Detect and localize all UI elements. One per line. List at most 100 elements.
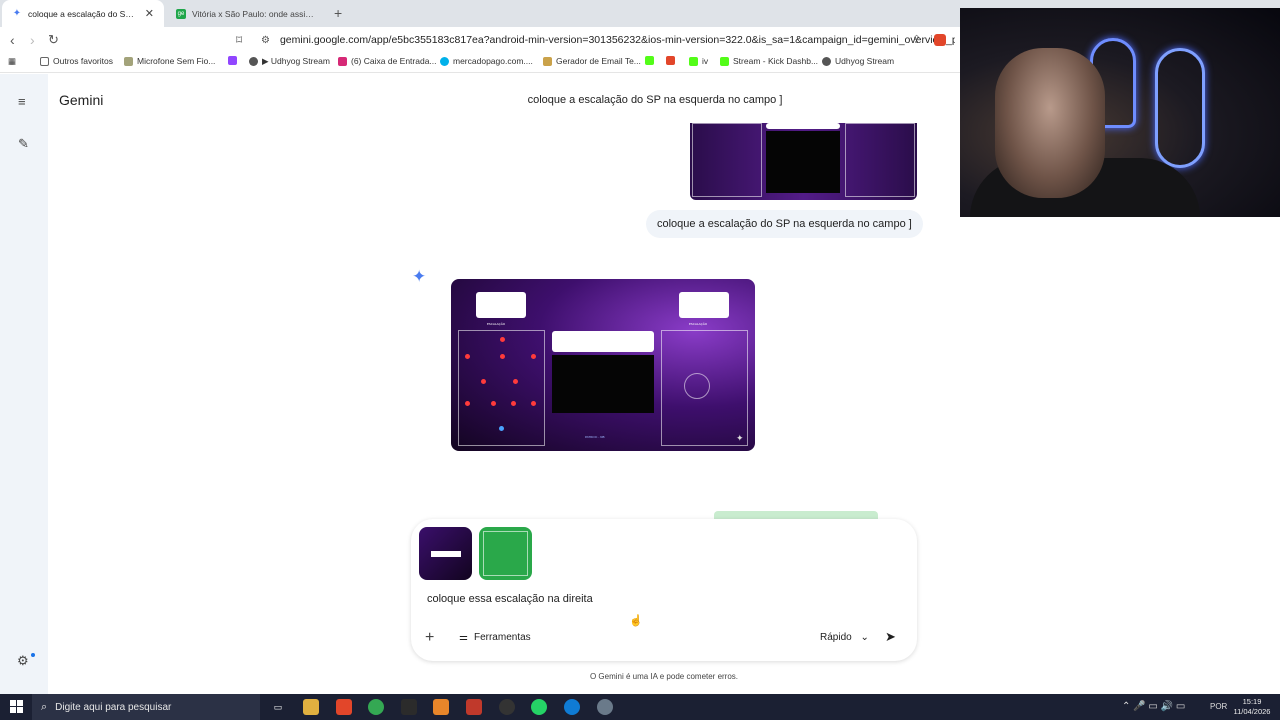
mouse-cursor-icon: ☝ (629, 615, 643, 627)
app-title: Gemini (59, 92, 104, 108)
bookmark-udhyog-stream[interactable]: ▶ Udhyog Stream (249, 56, 330, 67)
bookmark-mercadopago[interactable]: mercadopago.com.... (440, 56, 533, 66)
player-dot (465, 354, 470, 359)
player-dot (481, 379, 486, 384)
pitch-left (692, 123, 762, 197)
attachment-thumbnail-2[interactable] (479, 527, 532, 580)
tab-title: coloque a escalação do SP na e (28, 8, 139, 19)
pitch-right (845, 123, 915, 197)
thumb-white-box (431, 551, 461, 557)
notification-dot (31, 653, 35, 657)
file-explorer-icon[interactable] (303, 699, 319, 715)
player-dot (531, 354, 536, 359)
tab-title: Vitória x São Paulo: onde assistir ao (192, 8, 316, 19)
player-dot (531, 401, 536, 406)
back-icon[interactable]: ‹ (10, 32, 15, 48)
taskbar-clock[interactable]: 15:19 11/04/2026 (1232, 697, 1272, 717)
neon-sign-right (1155, 48, 1205, 168)
ai-disclaimer: O Gemini é uma IA e pode cometer erros. (589, 672, 739, 681)
capcut-icon[interactable] (401, 699, 417, 715)
whatsapp-icon[interactable] (531, 699, 547, 715)
settings-gear-icon[interactable]: ⚙ (17, 653, 29, 669)
windows-taskbar: ⌕ Digite aqui para pesquisar ▭ ⌃ 🎤 ▭ 🔊 ▭… (0, 694, 1280, 720)
previous-generated-image[interactable] (690, 123, 917, 200)
clock-time: 15:19 (1242, 697, 1262, 706)
share-icon[interactable]: ⇪ (912, 32, 921, 48)
task-view-icon[interactable]: ▭ (270, 699, 286, 715)
tools-button[interactable]: ⚌ Ferramentas (459, 632, 531, 643)
obs-icon[interactable] (499, 699, 515, 715)
tab-vitoria-sao-paulo[interactable]: ge Vitória x São Paulo: onde assistir ao (166, 0, 326, 27)
gemini-sparkle-icon: ✦ (412, 267, 427, 286)
webcam-overlay (960, 8, 1280, 217)
close-tab-icon[interactable]: ✕ (145, 7, 154, 20)
search-icon: ⌕ (41, 700, 48, 713)
menu-icon[interactable]: ≡ (18, 94, 26, 109)
hidden-attachment-peek (714, 511, 878, 519)
watermark-text: PATRICK - NB (585, 435, 605, 439)
prompt-input[interactable] (427, 593, 867, 605)
thumb-pitch-lines (483, 531, 528, 576)
left-lineup-label: ESCALAÇÃO (487, 322, 506, 326)
bookmark-caixa-entrada[interactable]: (6) Caixa de Entrada... (338, 56, 437, 66)
send-button[interactable]: ➤ (885, 629, 896, 645)
forward-icon[interactable]: › (30, 32, 35, 48)
site-settings-icon[interactable]: ⚙ (261, 35, 270, 46)
player-dot (500, 337, 505, 342)
sliders-icon: ⚌ (459, 632, 468, 643)
edge-icon[interactable] (564, 699, 580, 715)
player-dot (491, 401, 496, 406)
video-panel (552, 355, 654, 413)
add-attachment-button[interactable]: + (425, 629, 434, 647)
system-tray-icons[interactable]: ⌃ 🎤 ▭ 🔊 ▭ (1122, 701, 1185, 712)
new-tab-icon[interactable]: + (334, 5, 342, 21)
white-header-box (766, 123, 840, 129)
conversation-title[interactable]: coloque a escalação do SP na esquerda no… (470, 94, 840, 106)
left-logo-box (476, 292, 526, 318)
user-message-bubble: coloque a escalação do SP na esquerda no… (646, 210, 923, 238)
clock-date: 11/04/2026 (1233, 707, 1271, 716)
prompt-composer: + ⚌Ferramentas Rápido ⌄ ➤ (411, 519, 917, 661)
goalkeeper-dot (499, 426, 504, 431)
bookmark-brave[interactable] (666, 56, 679, 65)
sublime-icon[interactable] (433, 699, 449, 715)
streamer-face (995, 48, 1105, 198)
bookmark-gerador-email[interactable]: Gerador de Email Te... (543, 56, 641, 66)
scoreboard-box (552, 331, 654, 352)
gemini-sidebar: ≡ ✎ (0, 74, 48, 694)
center-circle (684, 373, 710, 399)
app-icon[interactable] (597, 699, 613, 715)
language-indicator[interactable]: POR (1210, 702, 1227, 711)
tab-gemini[interactable]: ✦ coloque a escalação do SP na e ✕ (2, 0, 164, 27)
chrome-icon[interactable] (368, 699, 384, 715)
bookmark-udhyog-stream-2[interactable]: Udhyog Stream (822, 56, 894, 66)
player-dot (500, 354, 505, 359)
windows-start-icon[interactable] (10, 700, 23, 713)
brave-shield-icon[interactable] (934, 34, 946, 46)
voice-app-icon[interactable] (466, 699, 482, 715)
bookmark-twitch[interactable] (228, 56, 241, 65)
bookmark-outros-favoritos[interactable]: Outros favoritos (40, 56, 113, 66)
center-panel (766, 131, 840, 193)
url-bar[interactable]: ⚙ gemini.google.com/app/e5bc355183c817ea… (255, 30, 955, 50)
right-lineup-label: ESCALAÇÃO (689, 322, 708, 326)
brave-browser-icon[interactable] (336, 699, 352, 715)
bookmark-kick[interactable] (645, 56, 658, 65)
attachment-thumbnail-1[interactable] (419, 527, 472, 580)
bookmark-kick-dashboard[interactable]: Stream - Kick Dashb... (720, 56, 818, 66)
reload-icon[interactable]: ↻ (48, 32, 59, 48)
gemini-sparkle-icon: ✦ (12, 8, 22, 19)
image-sparkle-icon: ✦ (736, 433, 744, 443)
apps-grid-icon[interactable]: ▦ (8, 56, 16, 67)
taskbar-search-box[interactable]: ⌕ Digite aqui para pesquisar (32, 694, 260, 720)
player-dot (511, 401, 516, 406)
model-mode-dropdown[interactable]: Rápido ⌄ (820, 632, 869, 643)
bookmark-icon[interactable]: ⌑ (236, 32, 242, 48)
right-logo-box (679, 292, 729, 318)
chevron-down-icon: ⌄ (860, 632, 869, 643)
generated-image[interactable]: ESCALAÇÃO ESCALAÇÃO PATRICK - NB ✦ (451, 279, 755, 451)
bookmark-microfone[interactable]: Microfone Sem Fio... (124, 56, 215, 66)
bookmark-iv[interactable]: iv (689, 56, 708, 66)
url-text: gemini.google.com/app/e5bc355183c817ea?a… (279, 34, 955, 46)
new-chat-icon[interactable]: ✎ (18, 136, 29, 152)
